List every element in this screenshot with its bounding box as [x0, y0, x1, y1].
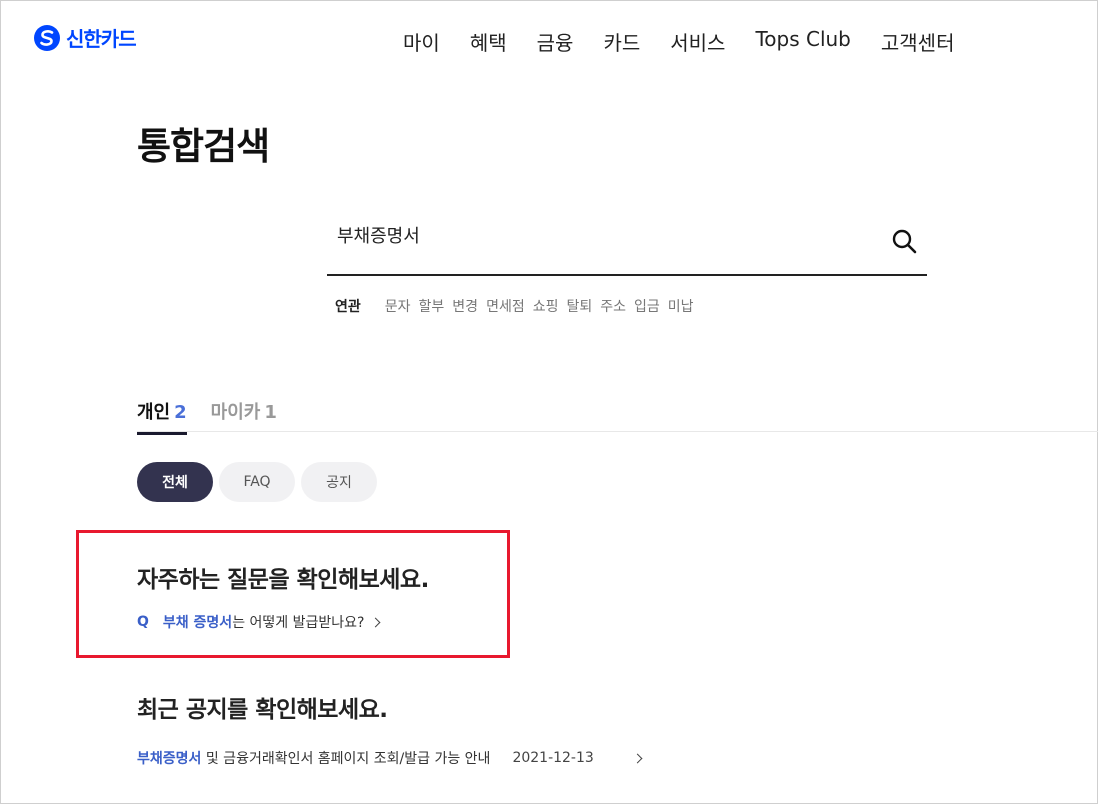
filter-faq-button[interactable]: FAQ — [219, 462, 295, 502]
notice-text: 및 금융거래확인서 홈페이지 조회/발급 가능 안내 — [201, 751, 491, 767]
filter-notice-button[interactable]: 공지 — [301, 462, 377, 502]
related-keyword[interactable]: 주소 — [600, 296, 626, 316]
faq-question-text: 는 어떻게 발급받나요? — [232, 615, 365, 631]
nav-item-my[interactable]: 마이 — [403, 27, 440, 56]
chevron-right-icon — [632, 753, 643, 763]
q-mark: Q — [137, 614, 149, 630]
tab-my-car[interactable]: 마이카 1 — [211, 398, 277, 435]
faq-keyword: 부채 증명서 — [162, 615, 233, 631]
tab-label: 개인 — [137, 402, 171, 423]
related-keyword[interactable]: 할부 — [419, 296, 445, 316]
notice-date: 2021-12-13 — [512, 750, 594, 766]
related-keyword[interactable]: 문자 — [385, 296, 411, 316]
related-keyword[interactable]: 탈퇴 — [566, 296, 592, 316]
faq-section-title: 자주하는 질문을 확인해보세요. — [137, 567, 429, 593]
faq-question-link[interactable]: Q 부채 증명서 는 어떻게 발급받나요? — [137, 612, 381, 632]
tab-divider — [137, 431, 1098, 432]
search-box — [327, 218, 927, 276]
chevron-right-icon — [371, 617, 381, 627]
related-keyword[interactable]: 미납 — [668, 296, 694, 316]
shinhan-card-logo[interactable]: 신한카드 — [33, 23, 137, 52]
page-title: 통합검색 — [137, 125, 270, 168]
related-keywords: 연관 문자 할부 변경 면세점 쇼핑 탈퇴 주소 입금 미납 — [335, 296, 702, 316]
nav-item-card[interactable]: 카드 — [603, 27, 640, 56]
related-keyword[interactable]: 면세점 — [486, 296, 525, 316]
shinhan-logo-icon — [34, 24, 60, 51]
search-icon[interactable] — [891, 228, 917, 254]
nav-item-service[interactable]: 서비스 — [670, 27, 725, 56]
search-input[interactable] — [337, 224, 877, 245]
tab-label: 마이카 — [210, 402, 261, 423]
highlight-box — [76, 530, 510, 658]
related-keyword[interactable]: 변경 — [452, 296, 478, 316]
filter-all-button[interactable]: 전체 — [137, 462, 213, 502]
main-nav: 마이 혜택 금융 카드 서비스 Tops Club 고객센터 — [403, 27, 954, 56]
tab-count: 2 — [174, 402, 187, 423]
notice-section-title: 최근 공지를 확인해보세요. — [137, 697, 388, 723]
related-label: 연관 — [335, 299, 361, 315]
nav-item-tops-club[interactable]: Tops Club — [755, 27, 850, 56]
nav-item-benefits[interactable]: 혜택 — [470, 27, 507, 56]
notice-keyword: 부채증명서 — [137, 751, 202, 767]
tab-count: 1 — [264, 402, 277, 423]
related-keyword[interactable]: 입금 — [634, 296, 660, 316]
notice-link[interactable]: 부채증명서 및 금융거래확인서 홈페이지 조회/발급 가능 안내 2021-12… — [137, 748, 643, 768]
filter-chips: 전체 FAQ 공지 — [137, 462, 377, 502]
related-keyword[interactable]: 쇼핑 — [533, 296, 559, 316]
nav-item-customer-center[interactable]: 고객센터 — [881, 27, 955, 56]
tab-personal[interactable]: 개인 2 — [137, 398, 187, 435]
result-tabs: 개인 2 마이카 1 — [137, 398, 301, 435]
logo-text: 신한카드 — [66, 27, 137, 51]
nav-item-finance[interactable]: 금융 — [537, 27, 574, 56]
